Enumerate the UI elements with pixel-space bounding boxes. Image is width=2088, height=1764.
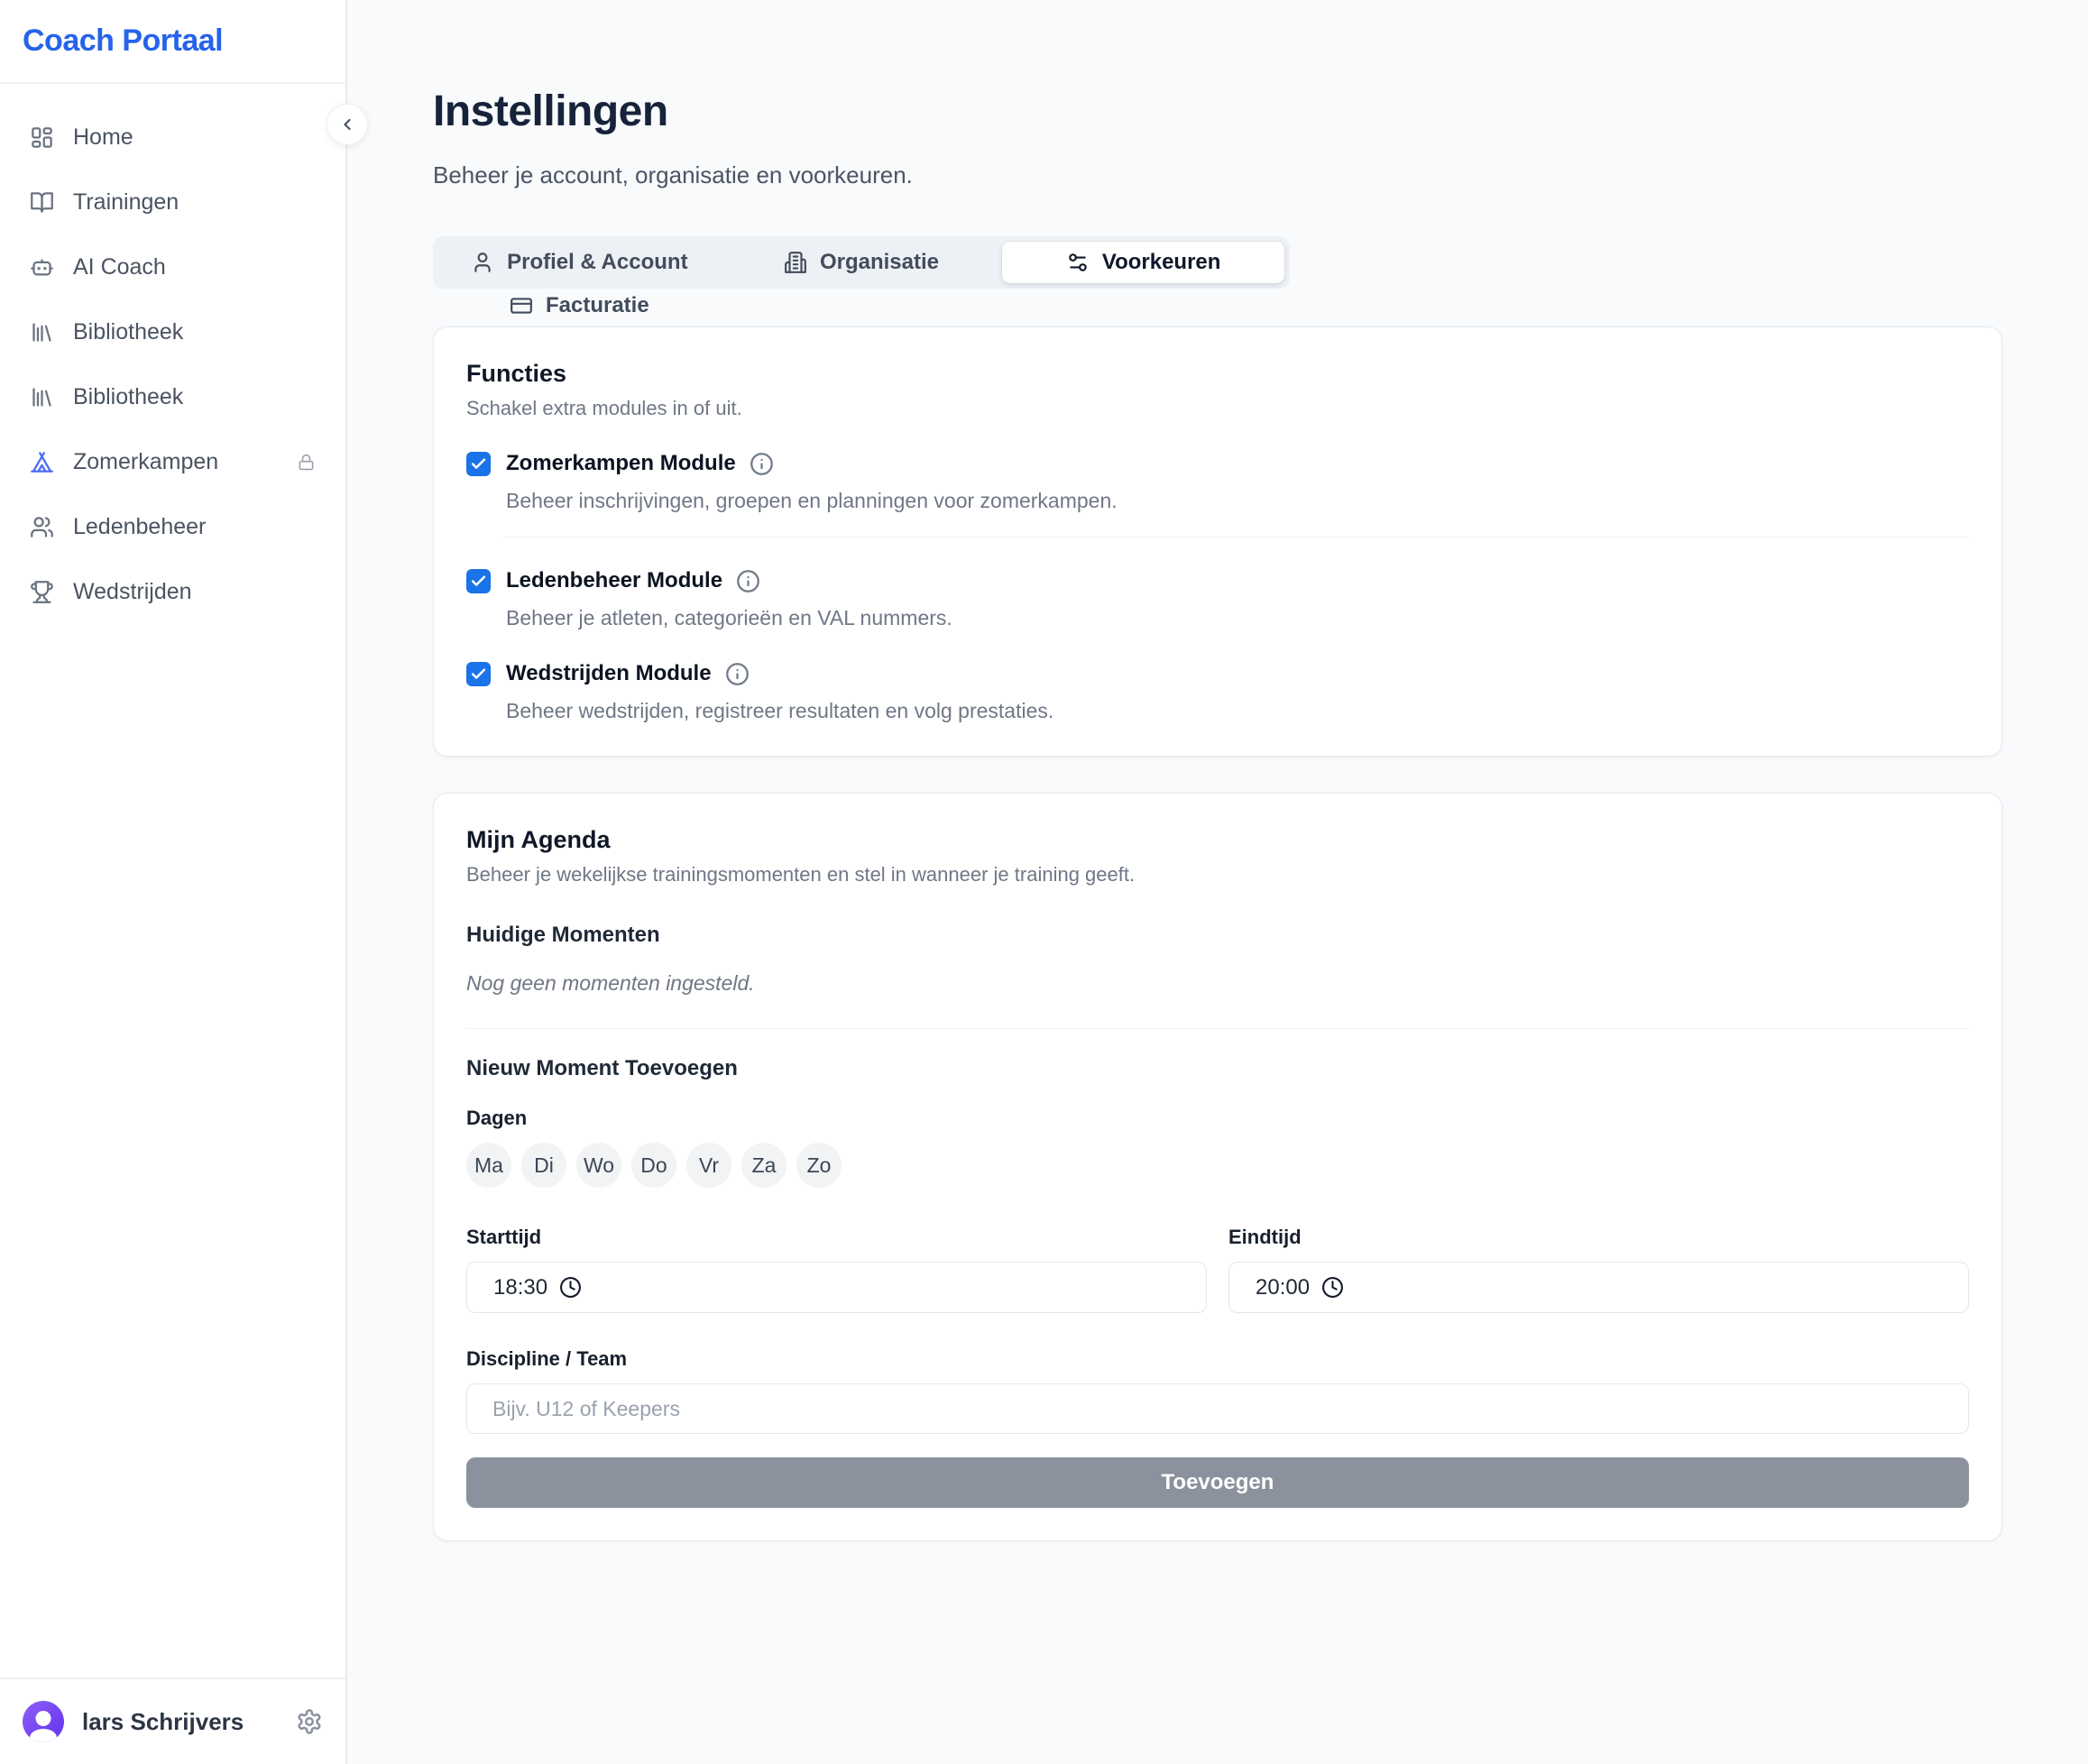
tab-label: Organisatie xyxy=(820,250,939,275)
sidebar: Coach Portaal Home Trainingen AI Coach B… xyxy=(0,0,347,1764)
info-icon[interactable] xyxy=(725,662,750,686)
day-pill-ma[interactable]: Ma xyxy=(466,1143,511,1188)
lock-icon xyxy=(298,454,315,471)
sidebar-item-bibliotheek-2[interactable]: Bibliotheek xyxy=(11,371,335,423)
book-open-icon xyxy=(30,190,54,215)
day-pill-di[interactable]: Di xyxy=(521,1143,566,1188)
tab-facturatie[interactable]: Facturatie xyxy=(438,285,721,326)
start-time-value: 18:30 xyxy=(493,1275,547,1300)
settings-tabbar: Profiel & Account Organisatie Voorkeuren… xyxy=(433,236,1290,289)
sidebar-item-label: Zomerkampen xyxy=(73,449,218,475)
discipline-label: Discipline / Team xyxy=(466,1347,1969,1371)
agenda-subtitle: Beheer je wekelijkse trainingsmomenten e… xyxy=(466,863,1969,887)
tab-label: Profiel & Account xyxy=(507,250,687,275)
module-description: Beheer wedstrijden, registreer resultate… xyxy=(506,699,1969,723)
wedstrijden-module-checkbox[interactable] xyxy=(466,662,491,686)
current-moments-title: Huidige Momenten xyxy=(466,923,1969,948)
functies-title: Functies xyxy=(466,360,1969,388)
app-logo[interactable]: Coach Portaal xyxy=(23,23,323,59)
divider xyxy=(466,1028,1969,1029)
library-icon xyxy=(30,320,54,345)
module-label[interactable]: Ledenbeheer Module xyxy=(506,568,722,593)
tab-label: Facturatie xyxy=(546,293,649,318)
bot-icon xyxy=(30,255,54,280)
page-subtitle: Beheer je account, organisatie en voorke… xyxy=(433,161,2002,189)
page-title: Instellingen xyxy=(433,87,2002,136)
no-moments-text: Nog geen momenten ingesteld. xyxy=(466,971,1969,996)
toevoegen-button[interactable]: Toevoegen xyxy=(466,1457,1969,1508)
sidebar-item-label: Bibliotheek xyxy=(73,319,183,345)
functies-card: Functies Schakel extra modules in of uit… xyxy=(433,326,2002,757)
sidebar-item-label: Trainingen xyxy=(73,189,179,216)
tent-icon xyxy=(30,450,54,474)
days-label: Dagen xyxy=(466,1107,1969,1130)
discipline-input[interactable] xyxy=(466,1383,1969,1434)
user-name: lars Schrijvers xyxy=(82,1708,244,1736)
sidebar-item-label: Wedstrijden xyxy=(73,579,192,605)
library-icon xyxy=(30,385,54,409)
sidebar-item-label: AI Coach xyxy=(73,254,166,280)
start-time-input[interactable]: 18:30 xyxy=(466,1262,1207,1313)
tab-label: Voorkeuren xyxy=(1102,250,1221,275)
app-logo-wrap: Coach Portaal xyxy=(0,0,345,84)
functies-subtitle: Schakel extra modules in of uit. xyxy=(466,397,1969,420)
day-pill-zo[interactable]: Zo xyxy=(796,1143,842,1188)
building-icon xyxy=(784,251,807,274)
sidebar-footer: lars Schrijvers xyxy=(0,1677,345,1764)
module-zomerkampen: Zomerkampen Module Beheer inschrijvingen… xyxy=(466,451,1969,537)
tab-voorkeuren[interactable]: Voorkeuren xyxy=(1002,242,1284,283)
credit-card-icon xyxy=(510,294,533,317)
module-label[interactable]: Zomerkampen Module xyxy=(506,451,736,476)
module-label[interactable]: Wedstrijden Module xyxy=(506,661,712,686)
sidebar-item-wedstrijden[interactable]: Wedstrijden xyxy=(11,565,335,618)
sidebar-item-ai-coach[interactable]: AI Coach xyxy=(11,241,335,293)
sidebar-item-label: Ledenbeheer xyxy=(73,514,206,540)
agenda-title: Mijn Agenda xyxy=(466,826,1969,854)
module-wedstrijden: Wedstrijden Module Beheer wedstrijden, r… xyxy=(466,661,1969,723)
sidebar-item-zomerkampen[interactable]: Zomerkampen xyxy=(11,436,335,488)
end-time-input[interactable]: 20:00 xyxy=(1228,1262,1969,1313)
info-icon[interactable] xyxy=(750,452,774,476)
clock-icon xyxy=(559,1276,582,1299)
users-icon xyxy=(30,515,54,539)
zomerkampen-module-checkbox[interactable] xyxy=(466,452,491,476)
sidebar-collapse-button[interactable] xyxy=(327,104,368,145)
main-area: Instellingen Beheer je account, organisa… xyxy=(347,0,2088,1764)
tab-profiel-account[interactable]: Profiel & Account xyxy=(438,242,721,283)
tab-organisatie[interactable]: Organisatie xyxy=(721,242,1003,283)
module-description: Beheer inschrijvingen, groepen en planni… xyxy=(506,489,1969,513)
sidebar-item-bibliotheek-1[interactable]: Bibliotheek xyxy=(11,306,335,358)
sidebar-item-trainingen[interactable]: Trainingen xyxy=(11,176,335,228)
sidebar-item-home[interactable]: Home xyxy=(11,111,335,163)
end-time-label: Eindtijd xyxy=(1228,1226,1969,1249)
agenda-card: Mijn Agenda Beheer je wekelijkse trainin… xyxy=(433,793,2002,1541)
trophy-icon xyxy=(30,580,54,604)
info-icon[interactable] xyxy=(736,569,760,593)
clock-icon xyxy=(1321,1276,1344,1299)
gear-icon[interactable] xyxy=(296,1708,323,1735)
user-icon xyxy=(471,251,494,274)
sidebar-item-label: Bibliotheek xyxy=(73,384,183,410)
days-row: Ma Di Wo Do Vr Za Zo xyxy=(466,1143,1969,1188)
module-description: Beheer je atleten, categorieën en VAL nu… xyxy=(506,606,1969,630)
day-pill-vr[interactable]: Vr xyxy=(686,1143,731,1188)
day-pill-za[interactable]: Za xyxy=(741,1143,786,1188)
module-ledenbeheer: Ledenbeheer Module Beheer je atleten, ca… xyxy=(466,568,1969,630)
day-pill-do[interactable]: Do xyxy=(631,1143,676,1188)
new-moment-title: Nieuw Moment Toevoegen xyxy=(466,1056,1969,1081)
sliders-icon xyxy=(1066,251,1090,274)
sidebar-item-label: Home xyxy=(73,124,133,151)
end-time-value: 20:00 xyxy=(1256,1275,1310,1300)
chevron-left-icon xyxy=(338,115,356,133)
sidebar-nav: Home Trainingen AI Coach Bibliotheek Bib… xyxy=(0,84,345,630)
sidebar-item-ledenbeheer[interactable]: Ledenbeheer xyxy=(11,501,335,553)
ledenbeheer-module-checkbox[interactable] xyxy=(466,569,491,593)
day-pill-wo[interactable]: Wo xyxy=(576,1143,621,1188)
avatar[interactable] xyxy=(23,1701,64,1742)
dashboard-icon xyxy=(30,125,54,150)
start-time-label: Starttijd xyxy=(466,1226,1207,1249)
